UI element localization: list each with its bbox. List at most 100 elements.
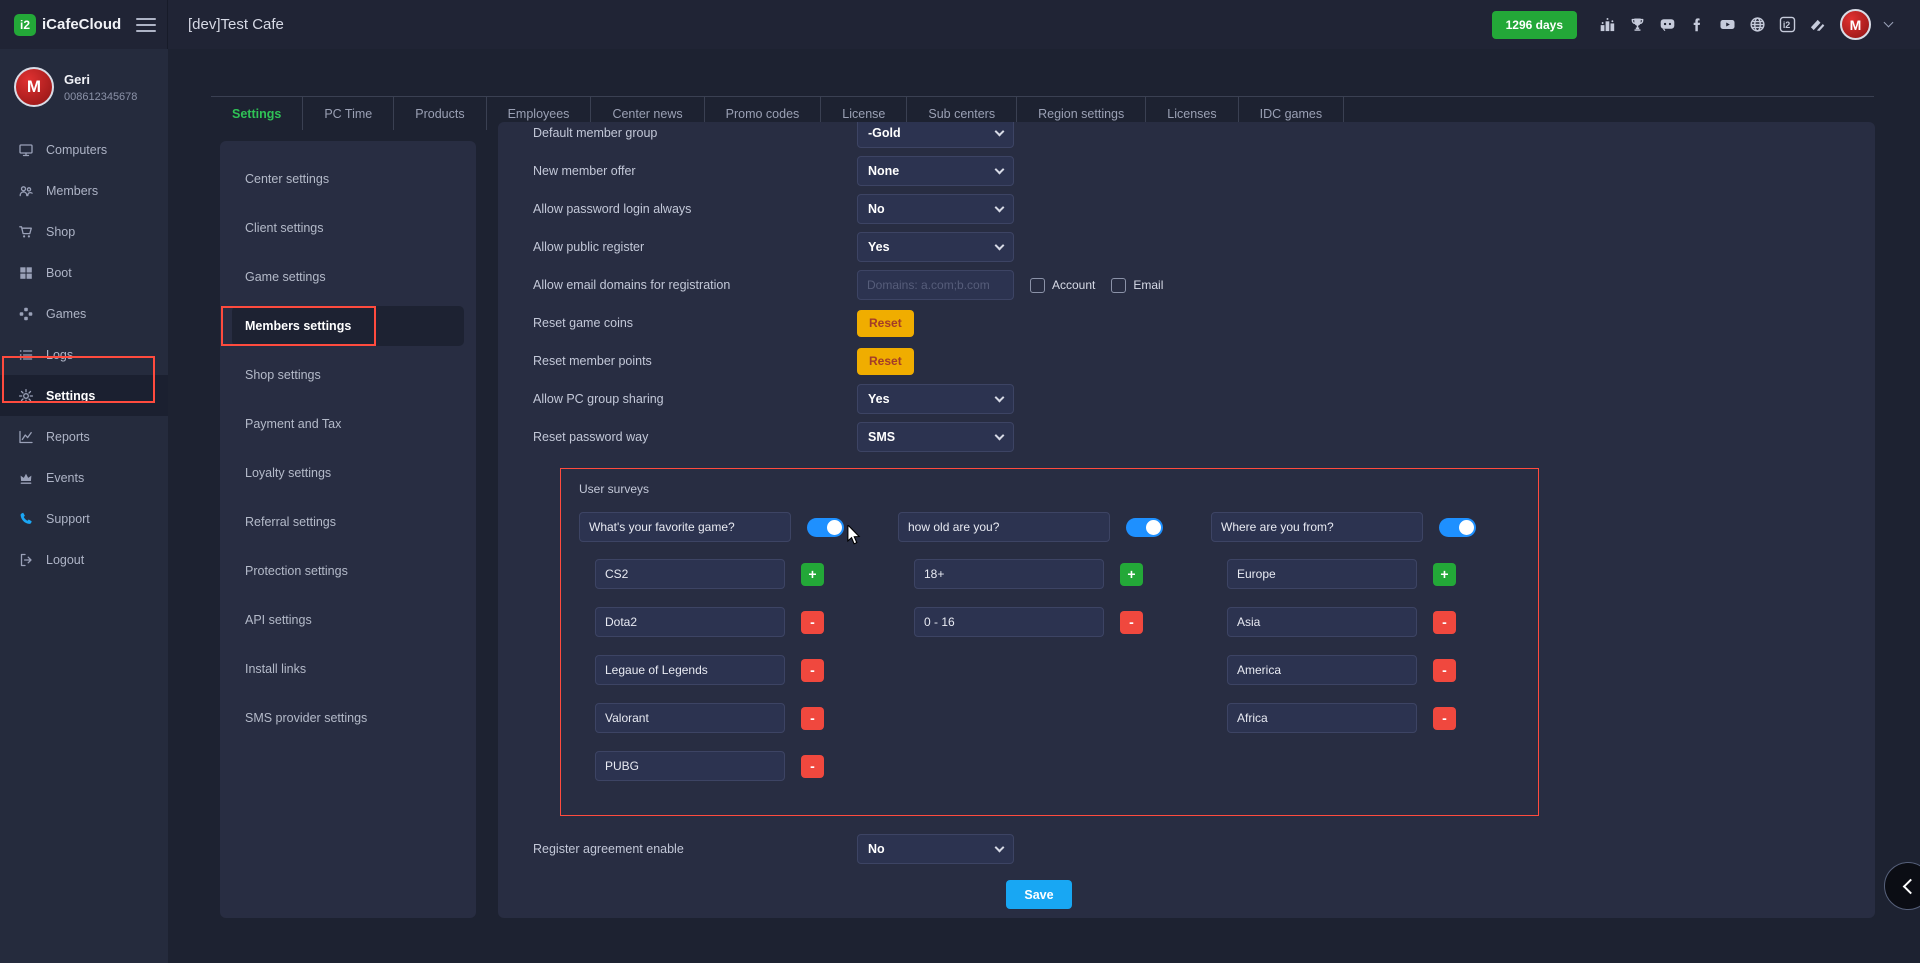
survey-question-input[interactable] [898,512,1110,542]
survey-answer-row: - [595,751,898,781]
sidebar-item-label: Members [46,184,98,198]
youtube-icon[interactable] [1719,16,1736,33]
submenu-item-sms-provider-settings[interactable]: SMS provider settings [232,698,464,738]
chevron-down-icon [995,842,1005,852]
users-icon [18,183,34,199]
globe-icon[interactable] [1749,16,1766,33]
sidebar-item-logout[interactable]: Logout [0,539,168,580]
submenu-item-payment-and-tax[interactable]: Payment and Tax [232,404,464,444]
survey-answer-input[interactable] [595,559,785,589]
survey-enabled-toggle[interactable] [1126,518,1163,537]
logo-icon: i2 [14,14,36,36]
default-member-group-select[interactable]: -Gold [857,122,1014,148]
remove-answer-button[interactable]: - [801,659,824,682]
survey-answer-input[interactable] [595,655,785,685]
chevron-down-icon[interactable] [1884,18,1894,28]
menu-toggle-icon[interactable] [136,14,156,36]
new-member-offer-select[interactable]: None [857,156,1014,186]
windows-icon [18,265,34,281]
survey-answer-input[interactable] [914,607,1104,637]
survey-answer-input[interactable] [595,703,785,733]
collapse-panel-button[interactable] [1884,862,1920,910]
survey-question-input[interactable] [579,512,791,542]
license-days-badge[interactable]: 1296 days [1492,11,1577,39]
user-surveys-label: User surveys [579,482,1538,496]
survey-answer-input[interactable] [914,559,1104,589]
submenu-item-protection-settings[interactable]: Protection settings [232,551,464,591]
survey-enabled-toggle[interactable] [807,518,844,537]
submenu-item-install-links[interactable]: Install links [232,649,464,689]
submenu-item-center-settings[interactable]: Center settings [232,159,464,199]
submenu-item-loyalty-settings[interactable]: Loyalty settings [232,453,464,493]
svg-text:i2: i2 [1783,20,1790,30]
register-agreement-enable-select[interactable]: No [857,834,1014,864]
sidebar: M Geri 008612345678 Computers Members Sh… [0,49,168,963]
reset-member-points-button[interactable]: Reset [857,348,914,375]
sidebar-item-games[interactable]: Games [0,293,168,334]
form-label: Allow public register [533,240,857,254]
discord-icon[interactable] [1659,16,1676,33]
sidebar-item-support[interactable]: Support [0,498,168,539]
facebook-icon[interactable] [1689,16,1706,33]
email-checkbox[interactable]: Email [1111,278,1163,293]
trophy-icon[interactable] [1629,16,1646,33]
sidebar-item-members[interactable]: Members [0,170,168,211]
selected-value: SMS [868,430,895,444]
survey-answer-input[interactable] [1227,607,1417,637]
survey-answer-input[interactable] [595,751,785,781]
sidebar-item-settings[interactable]: Settings [0,375,168,416]
add-answer-button[interactable]: + [801,563,824,586]
tab-pc-time[interactable]: PC Time [303,97,394,130]
submenu-item-api-settings[interactable]: API settings [232,600,464,640]
chevron-down-icon [995,164,1005,174]
ranking-icon[interactable] [1599,16,1616,33]
avatar[interactable]: M [1840,9,1871,40]
save-button[interactable]: Save [1006,880,1072,909]
user-block[interactable]: M Geri 008612345678 [0,49,168,121]
remove-answer-button[interactable]: - [1433,707,1456,730]
sidebar-item-events[interactable]: Events [0,457,168,498]
sidebar-item-computers[interactable]: Computers [0,129,168,170]
remove-answer-button[interactable]: - [1120,611,1143,634]
tab-settings[interactable]: Settings [211,97,303,130]
add-answer-button[interactable]: + [1433,563,1456,586]
survey-answer-input[interactable] [1227,703,1417,733]
sidebar-item-reports[interactable]: Reports [0,416,168,457]
selected-value: Yes [868,240,890,254]
remove-answer-button[interactable]: - [1433,611,1456,634]
submenu-item-members-settings[interactable]: Members settings [232,306,464,346]
survey-answer-row: - [1227,607,1538,637]
covers-icon[interactable] [1809,16,1826,33]
allow-public-register-select[interactable]: Yes [857,232,1014,262]
sidebar-item-logs[interactable]: Logs [0,334,168,375]
submenu-item-shop-settings[interactable]: Shop settings [232,355,464,395]
submenu-item-game-settings[interactable]: Game settings [232,257,464,297]
form-label: Allow password login always [533,202,857,216]
remove-answer-button[interactable]: - [801,707,824,730]
form-label: Allow email domains for registration [533,278,857,292]
submenu-item-referral-settings[interactable]: Referral settings [232,502,464,542]
remove-answer-button[interactable]: - [801,611,824,634]
remove-answer-button[interactable]: - [801,755,824,778]
survey-column-3: + - - - [1211,512,1538,799]
survey-question-input[interactable] [1211,512,1423,542]
survey-answer-input[interactable] [595,607,785,637]
allow-password-login-always-select[interactable]: No [857,194,1014,224]
survey-answer-input[interactable] [1227,655,1417,685]
reset-password-way-select[interactable]: SMS [857,422,1014,452]
survey-answer-input[interactable] [1227,559,1417,589]
sidebar-item-shop[interactable]: Shop [0,211,168,252]
checkbox-label: Email [1133,278,1163,292]
survey-answer-row: + [1227,559,1538,589]
allow-pc-group-sharing-select[interactable]: Yes [857,384,1014,414]
allow-email-domains-for-registration-input[interactable] [857,270,1014,300]
icafecloud-icon[interactable]: i2 [1779,16,1796,33]
sidebar-item-boot[interactable]: Boot [0,252,168,293]
remove-answer-button[interactable]: - [1433,659,1456,682]
account-checkbox[interactable]: Account [1030,278,1095,293]
add-answer-button[interactable]: + [1120,563,1143,586]
tab-products[interactable]: Products [394,97,486,130]
survey-enabled-toggle[interactable] [1439,518,1476,537]
submenu-item-client-settings[interactable]: Client settings [232,208,464,248]
reset-game-coins-button[interactable]: Reset [857,310,914,337]
